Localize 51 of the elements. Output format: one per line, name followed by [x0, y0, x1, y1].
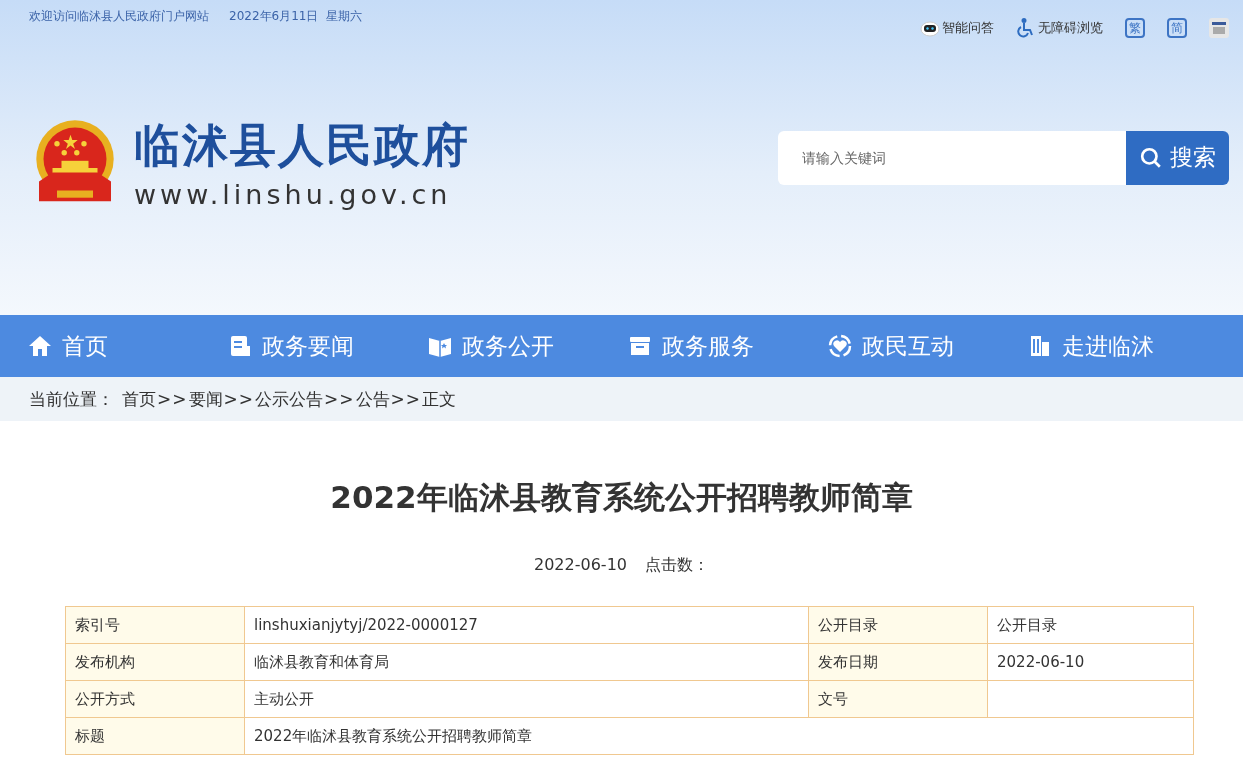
nav-tab[interactable]: 走进临沭	[1028, 315, 1228, 377]
app-badge-icon[interactable]	[1209, 18, 1229, 38]
field-value-cell: 2022年临沭县教育系统公开招聘教师简章	[244, 717, 1194, 755]
weekday-text: 星期六	[326, 8, 363, 25]
breadcrumb-separator: >>	[390, 389, 421, 409]
field-value-cell: linshuxianjytyj/2022-0000127	[244, 606, 809, 644]
robot-icon	[920, 18, 940, 38]
document-icon	[228, 334, 252, 358]
field-label-cell: 公开方式	[65, 680, 245, 718]
search-icon	[1139, 146, 1162, 169]
nav-tab[interactable]: 政民互动	[828, 315, 1028, 377]
site-name: 临沭县人民政府	[134, 117, 470, 173]
date-text: 2022年6月11日	[229, 8, 319, 25]
breadcrumb-link[interactable]: 要闻	[188, 387, 223, 411]
search-button[interactable]: 搜索	[1126, 130, 1229, 185]
tray-icon	[628, 334, 652, 358]
field-label-cell: 标题	[65, 717, 245, 755]
language-toggle[interactable]: 简	[1167, 18, 1187, 38]
field-value-cell: 公开目录	[987, 606, 1194, 644]
field-value-cell: 主动公开	[244, 680, 809, 718]
nav-tab[interactable]: 政务公开	[428, 315, 628, 377]
publish-date: 2022-06-10	[534, 555, 627, 576]
field-label-cell: 索引号	[65, 606, 245, 644]
smart-qa-link[interactable]: 智能问答	[920, 18, 994, 38]
article-title: 2022年临沭县教育系统公开招聘教师简章	[329, 478, 914, 517]
site-domain: www.linshu.gov.cn	[134, 179, 453, 210]
field-label-cell: 发布日期	[808, 643, 988, 681]
breadcrumb-link[interactable]: 公示公告	[255, 387, 323, 411]
building-icon	[1028, 334, 1052, 358]
accessibility-link[interactable]: 无障碍浏览	[1016, 18, 1103, 38]
nav-tab[interactable]: 政务服务	[628, 315, 828, 377]
home-icon	[28, 334, 52, 358]
field-label-cell: 公开目录	[808, 606, 988, 644]
breadcrumb-link[interactable]: 公告	[355, 387, 390, 411]
language-toggle[interactable]: 繁	[1125, 18, 1145, 38]
field-label-cell: 文号	[808, 680, 988, 718]
breadcrumb-link[interactable]: 首页	[122, 387, 156, 411]
breadcrumb-separator: >>	[157, 389, 188, 409]
field-label-cell: 发布机构	[65, 643, 245, 681]
search-field[interactable]: 请输入关键词	[778, 130, 1126, 185]
breadcrumb-label: 当前位置：	[29, 387, 114, 411]
welcome-text: 欢迎访问临沭县人民政府门户网站	[29, 8, 209, 25]
hits-label: 点击数：	[645, 555, 709, 576]
wheelchair-icon	[1016, 18, 1036, 38]
breadcrumb-link[interactable]: 正文	[422, 387, 456, 411]
field-value-cell: 临沭县教育和体育局	[244, 643, 809, 681]
nav-tab[interactable]: 政务要闻	[228, 315, 428, 377]
breadcrumb-separator: >>	[223, 389, 254, 409]
nav-tab[interactable]: 首页	[28, 315, 228, 377]
field-value-cell: 2022-06-10	[987, 643, 1194, 681]
breadcrumb-separator: >>	[324, 389, 355, 409]
